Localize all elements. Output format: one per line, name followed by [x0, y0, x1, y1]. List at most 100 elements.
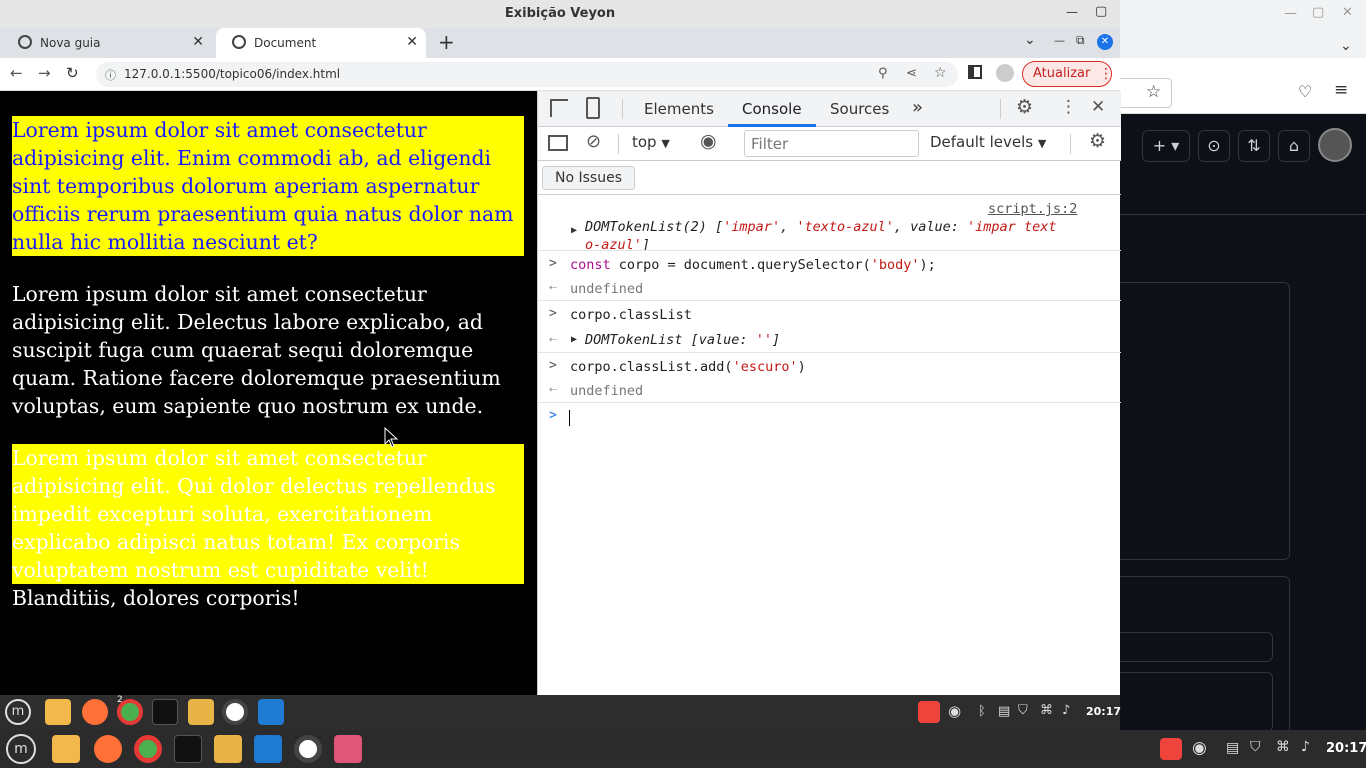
maximize-icon[interactable]: ▢	[1095, 4, 1107, 19]
kebab-menu-icon[interactable]: ⋮	[1060, 97, 1077, 117]
firefox-icon[interactable]	[94, 735, 122, 763]
filter-input[interactable]: Filter	[744, 130, 919, 157]
tab-strip: Nova guia ✕ Document ✕ + ⌄ — ⧉ ✕	[0, 28, 1120, 58]
log-string: 'impar'	[723, 219, 781, 235]
input-prompt-icon: >	[549, 306, 557, 321]
inspect-element-icon[interactable]	[550, 99, 568, 117]
return-arrow-icon: ⇠	[549, 382, 557, 397]
window-minimize-icon[interactable]: —	[1054, 34, 1065, 47]
folder-icon[interactable]	[214, 735, 242, 763]
host-minimize-icon[interactable]: —	[1284, 6, 1297, 21]
code-string: 'escuro'	[732, 359, 798, 375]
host-bookmark-star-icon[interactable]: ☆	[1146, 82, 1161, 102]
volume-icon[interactable]: ♪	[1062, 703, 1070, 718]
close-devtools-icon[interactable]: ✕	[1091, 97, 1105, 117]
shield-icon[interactable]: ⛉	[1250, 739, 1261, 755]
host-close-icon[interactable]: ✕	[1342, 5, 1353, 20]
gh-input-field[interactable]	[1110, 632, 1273, 662]
settings-gear-icon[interactable]: ⚙	[1016, 96, 1033, 118]
volume-icon[interactable]: ♪	[1301, 739, 1310, 755]
anydesk-tray-icon[interactable]	[918, 701, 940, 723]
tab-nova-guia[interactable]: Nova guia ✕	[2, 28, 212, 58]
tab-label: Document	[254, 36, 317, 50]
gh-inbox-icon[interactable]: ⌂	[1278, 130, 1310, 162]
minimize-icon[interactable]: —	[1066, 5, 1078, 19]
chrome-icon[interactable]	[134, 735, 162, 763]
gh-avatar[interactable]	[1318, 128, 1352, 162]
gh-header-divider	[1120, 214, 1366, 215]
image-viewer-icon[interactable]	[334, 735, 362, 763]
bluetooth-icon[interactable]: ᛒ	[978, 704, 986, 719]
mint-menu-icon[interactable]: m	[6, 734, 36, 764]
source-link[interactable]: script.js:2	[988, 201, 1077, 217]
clipboard-icon[interactable]: ▤	[1226, 740, 1239, 756]
site-info-icon[interactable]: ⓘ	[105, 67, 116, 83]
terminal-icon[interactable]	[152, 699, 178, 725]
gh-panel-top	[1110, 282, 1290, 560]
gh-create-button[interactable]: + ▾	[1142, 130, 1190, 162]
console-settings-icon[interactable]: ⚙	[1089, 130, 1106, 152]
expand-arrow-icon[interactable]: ▶	[571, 334, 577, 345]
window-close-icon[interactable]: ✕	[1097, 34, 1113, 50]
mint-menu-icon[interactable]: m	[5, 699, 31, 725]
more-tabs-icon[interactable]: »	[912, 97, 923, 118]
back-icon[interactable]: ←	[10, 64, 23, 82]
clear-console-icon[interactable]: ⊘	[586, 131, 601, 152]
network-icon[interactable]: ⌘	[1276, 739, 1290, 755]
no-issues-button[interactable]: No Issues	[542, 166, 635, 190]
gh-textarea[interactable]	[1110, 672, 1273, 732]
tab-search-icon[interactable]: ⌄	[1024, 32, 1036, 48]
terminal-icon[interactable]	[174, 735, 202, 763]
shield-icon[interactable]: ⛉	[1018, 703, 1028, 718]
new-tab-button[interactable]: +	[438, 30, 455, 54]
window-titlebar: Exibição Veyon — ▢	[0, 0, 1120, 28]
zoom-icon[interactable]: ⚲	[878, 66, 888, 81]
device-toolbar-icon[interactable]	[586, 97, 600, 119]
update-button[interactable]: Atualizar ⋮	[1022, 61, 1113, 87]
tab-document[interactable]: Document ✕	[216, 28, 426, 58]
anydesk-tray-icon[interactable]	[1160, 738, 1182, 760]
host-maximize-icon[interactable]: ▢	[1312, 5, 1324, 20]
sidebar-toggle-icon[interactable]	[548, 135, 568, 151]
devtools-panel: Elements Console Sources » ⚙ ⋮ ✕ ⊘ top ▼…	[537, 91, 1121, 695]
return-value: DOMTokenList [value: '']	[585, 332, 780, 348]
bookmark-star-icon[interactable]: ☆	[934, 65, 947, 81]
gh-pull-requests-icon[interactable]: ⇅	[1238, 130, 1270, 162]
veyon-tray-icon[interactable]: ◉	[1192, 738, 1207, 758]
tab-elements[interactable]: Elements	[644, 100, 714, 118]
firefox-icon[interactable]	[82, 699, 108, 725]
share-icon[interactable]: ⋖	[906, 66, 917, 81]
forward-icon[interactable]: →	[38, 64, 51, 82]
tab-close-icon[interactable]: ✕	[192, 34, 204, 50]
host-menu-icon[interactable]: ≡	[1334, 80, 1348, 100]
tab-sources[interactable]: Sources	[830, 100, 889, 118]
gh-issues-icon[interactable]: ⊙	[1198, 130, 1230, 162]
tab-close-icon[interactable]: ✕	[406, 34, 418, 50]
expand-arrow-icon[interactable]: ▶	[571, 225, 577, 236]
console-prompt[interactable]: >	[538, 403, 1121, 695]
profile-icon[interactable]	[996, 64, 1014, 82]
live-expression-eye-icon[interactable]: ◉	[700, 130, 717, 152]
reload-icon[interactable]: ↻	[66, 64, 79, 82]
clock[interactable]: 20:17	[1086, 705, 1121, 718]
host-chevron-down-icon[interactable]: ⌄	[1340, 38, 1352, 54]
url-field[interactable]: ⓘ 127.0.0.1:5500/topico06/index.html ⚲ ⋖…	[96, 62, 958, 87]
veyon-eye-icon[interactable]	[294, 735, 322, 763]
vscode-icon[interactable]	[254, 735, 282, 763]
context-selector[interactable]: top ▼	[632, 133, 670, 151]
vscode-icon[interactable]	[258, 699, 284, 725]
files-folder-icon[interactable]	[52, 735, 80, 763]
input-prompt-icon: >	[549, 408, 557, 423]
log-levels-dropdown[interactable]: Default levels ▼	[930, 133, 1046, 151]
clipboard-icon[interactable]: ▤	[998, 704, 1010, 719]
clock[interactable]: 20:17	[1326, 741, 1366, 756]
tab-console[interactable]: Console	[742, 100, 802, 118]
files-folder-icon[interactable]	[45, 699, 71, 725]
window-restore-icon[interactable]: ⧉	[1076, 33, 1085, 48]
host-pocket-icon[interactable]: ♡	[1298, 82, 1312, 101]
veyon-eye-icon[interactable]	[222, 699, 248, 725]
folder-icon[interactable]	[188, 699, 214, 725]
side-panel-icon[interactable]	[968, 65, 982, 79]
veyon-tray-icon[interactable]: ◉	[948, 702, 961, 720]
network-icon[interactable]: ⌘	[1040, 703, 1053, 718]
